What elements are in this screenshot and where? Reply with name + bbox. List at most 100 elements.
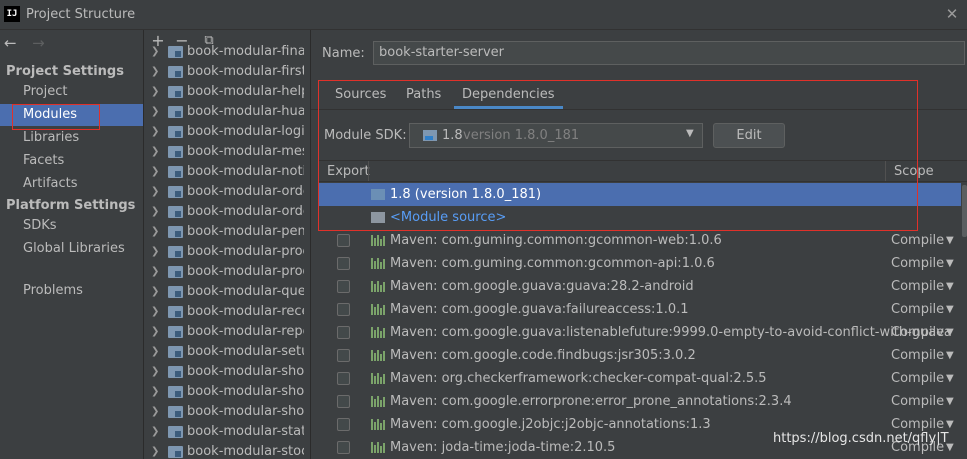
scope-dropdown[interactable]: Compile [891,367,944,390]
scope-dropdown[interactable]: Compile [891,344,944,367]
chevron-right-icon[interactable]: ❯ [151,362,159,382]
module-item[interactable]: ❯ book-modular-helpC [144,82,310,102]
sidebar-item-problems[interactable]: Problems [0,280,143,302]
module-item[interactable]: ❯ book-modular-setup [144,342,310,362]
export-checkbox[interactable] [337,257,350,270]
chevron-right-icon[interactable]: ❯ [151,402,159,422]
module-item[interactable]: ❯ book-modular-order [144,202,310,222]
module-item[interactable]: ❯ book-modular-receiv [144,302,310,322]
module-label: book-modular-repor [187,324,310,339]
chevron-right-icon[interactable]: ❯ [151,42,159,62]
back-arrow-icon[interactable]: ← [4,34,28,52]
chevron-right-icon[interactable]: ❯ [151,282,159,302]
module-label: book-modular-receiv [187,304,310,319]
dependency-row[interactable]: Maven: com.google.guava:listenablefuture… [318,321,961,344]
module-folder-icon [168,346,183,358]
scope-dropdown[interactable]: Compile [891,390,944,413]
chevron-right-icon[interactable]: ❯ [151,162,159,182]
chevron-down-icon[interactable]: ▼ [946,367,954,390]
forward-arrow-icon[interactable]: → [32,34,56,52]
scope-dropdown[interactable]: Compile [891,321,944,344]
sidebar-item-artifacts[interactable]: Artifacts [0,173,143,195]
module-item[interactable]: ❯ book-modular-pendi [144,222,310,242]
dependency-row[interactable]: Maven: com.google.code.findbugs:jsr305:3… [318,344,961,367]
module-item[interactable]: ❯ book-modular-firstM [144,62,310,82]
chevron-right-icon[interactable]: ❯ [151,202,159,222]
chevron-right-icon[interactable]: ❯ [151,142,159,162]
sidebar-item-sdks[interactable]: SDKs [0,215,143,237]
module-item[interactable]: ❯ book-modular-produ [144,262,310,282]
chevron-down-icon[interactable]: ▼ [946,298,954,321]
chevron-right-icon[interactable]: ❯ [151,262,159,282]
dependency-row[interactable]: Maven: com.google.errorprone:error_prone… [318,390,961,413]
module-item[interactable]: ❯ book-modular-questi [144,282,310,302]
scope-dropdown[interactable]: Compile [891,252,944,275]
export-checkbox[interactable] [337,280,350,293]
maven-library-icon [371,396,385,407]
scope-dropdown[interactable]: Compile [891,298,944,321]
export-checkbox[interactable] [337,418,350,431]
chevron-right-icon[interactable]: ❯ [151,242,159,262]
chevron-right-icon[interactable]: ❯ [151,82,159,102]
module-item[interactable]: ❯ book-modular-logisti [144,122,310,142]
module-item[interactable]: ❯ book-modular-procu [144,242,310,262]
maven-library-icon [371,373,385,384]
module-item[interactable]: ❯ book-modular-shopp [144,362,310,382]
chevron-right-icon[interactable]: ❯ [151,222,159,242]
module-item[interactable]: ❯ book-modular-notice [144,162,310,182]
chevron-down-icon[interactable]: ▼ [946,275,954,298]
dependencies-scroll-thumb[interactable] [962,185,967,237]
export-checkbox[interactable] [337,441,350,454]
chevron-down-icon[interactable]: ▼ [946,229,954,252]
chevron-right-icon[interactable]: ❯ [151,122,159,142]
dependency-label: Maven: joda-time:joda-time:2.10.5 [390,440,616,455]
maven-library-icon [371,235,385,246]
sidebar-item-project[interactable]: Project [0,81,143,103]
export-checkbox[interactable] [337,234,350,247]
module-name-input[interactable]: book-starter-server [373,41,965,65]
export-checkbox[interactable] [337,349,350,362]
sidebar-item-facets[interactable]: Facets [0,150,143,172]
chevron-right-icon[interactable]: ❯ [151,422,159,442]
close-icon[interactable]: ✕ [942,4,962,24]
chevron-right-icon[interactable]: ❯ [151,322,159,342]
export-checkbox[interactable] [337,326,350,339]
scope-dropdown[interactable]: Compile [891,229,944,252]
chevron-down-icon[interactable]: ▼ [946,321,954,344]
module-item[interactable]: ❯ book-modular-financ [144,42,310,62]
dependency-row[interactable]: Maven: com.guming.common:gcommon-api:1.0… [318,252,961,275]
dependency-row[interactable]: Maven: com.google.guava:failureaccess:1.… [318,298,961,321]
module-item[interactable]: ❯ book-modular-shops [144,382,310,402]
window-title: Project Structure [26,7,136,22]
scope-dropdown[interactable]: Compile [891,275,944,298]
module-item[interactable]: ❯ book-modular-hualal [144,102,310,122]
dependency-row[interactable]: Maven: com.guming.common:gcommon-web:1.0… [318,229,961,252]
chevron-right-icon[interactable]: ❯ [151,182,159,202]
chevron-down-icon[interactable]: ▼ [946,344,954,367]
module-item[interactable]: ❯ book-modular-repor [144,322,310,342]
dependency-row[interactable]: Maven: org.checkerframework:checker-comp… [318,367,961,390]
export-checkbox[interactable] [337,372,350,385]
module-item[interactable]: ❯ book-modular-stock [144,442,310,459]
dependency-row[interactable]: Maven: com.google.guava:guava:28.2-andro… [318,275,961,298]
module-item[interactable]: ❯ book-modular-order [144,182,310,202]
sidebar-item-libraries[interactable]: Libraries [0,127,143,149]
module-folder-icon [168,86,183,98]
chevron-right-icon[interactable]: ❯ [151,302,159,322]
export-checkbox[interactable] [337,303,350,316]
dependency-label: Maven: com.google.code.findbugs:jsr305:3… [390,348,696,363]
module-item[interactable]: ❯ book-modular-statist [144,422,310,442]
export-checkbox[interactable] [337,395,350,408]
chevron-right-icon[interactable]: ❯ [151,442,159,459]
chevron-right-icon[interactable]: ❯ [151,382,159,402]
module-label: book-modular-financ [187,44,310,59]
chevron-right-icon[interactable]: ❯ [151,102,159,122]
chevron-down-icon[interactable]: ▼ [946,252,954,275]
chevron-right-icon[interactable]: ❯ [151,62,159,82]
chevron-down-icon[interactable]: ▼ [946,390,954,413]
dependency-label: Maven: com.google.guava:failureaccess:1.… [390,302,689,317]
sidebar-item-global-libraries[interactable]: Global Libraries [0,238,143,260]
chevron-right-icon[interactable]: ❯ [151,342,159,362]
module-item[interactable]: ❯ book-modular-messa [144,142,310,162]
module-item[interactable]: ❯ book-modular-shopt [144,402,310,422]
